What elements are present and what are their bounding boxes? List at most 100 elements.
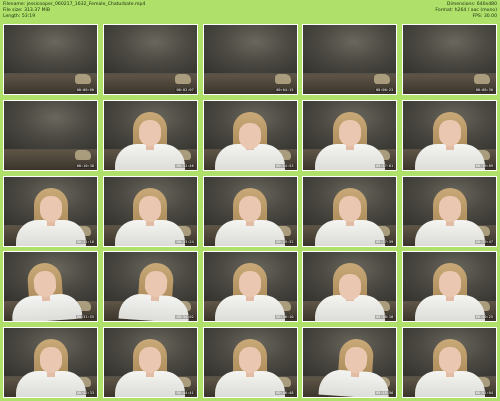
filesize-label: File size:: [3, 8, 23, 14]
video-thumbnail[interactable]: 00:14:53: [202, 99, 298, 171]
video-thumbnail[interactable]: 00:31:55: [3, 251, 98, 323]
thumbnail-person: [414, 335, 485, 397]
person-face: [338, 274, 361, 301]
video-thumbnail[interactable]: 00:08:30: [402, 24, 497, 95]
length-row: Length: 53:19: [3, 14, 145, 20]
thumbnail-background: [103, 25, 197, 74]
thumbnail-timestamp: 00:31:55: [75, 315, 95, 320]
video-thumbnail[interactable]: 00:04:15: [202, 24, 298, 95]
thumbnail-person: [414, 108, 485, 170]
thumbnail-pillow: [174, 74, 191, 84]
thumbnail-person: [15, 184, 86, 246]
fps-value: 30.00: [483, 14, 497, 20]
video-thumbnail[interactable]: 00:02:07: [102, 24, 198, 95]
thumbnail-person: [8, 257, 82, 322]
thumbnail-timestamp: 00:04:15: [275, 88, 295, 92]
file-info-header: Filename: jessicooper_060217_1632_Female…: [0, 0, 500, 22]
video-thumbnail[interactable]: 00:25:32: [202, 175, 298, 247]
thumbnail-timestamp: 00:00:00: [75, 88, 95, 92]
video-thumbnail[interactable]: 00:23:24: [102, 175, 198, 247]
video-thumbnail[interactable]: 00:17:01: [302, 99, 398, 171]
thumbnail-background: [4, 100, 97, 150]
thumbnail-person: [314, 184, 385, 246]
thumbnail-person: [215, 335, 285, 397]
fps-label: FPS:: [472, 14, 483, 20]
dimensions-value: 640x480: [476, 2, 497, 7]
video-thumbnail[interactable]: 00:10:38: [3, 99, 98, 171]
thumbnail-person: [118, 257, 193, 322]
thumbnail-timestamp: 00:38:18: [374, 315, 395, 320]
thumbnail-pillow: [75, 74, 91, 84]
video-thumbnail[interactable]: 00:36:10: [202, 251, 298, 323]
person-face: [39, 195, 62, 222]
thumbnail-timestamp: 00:44:41: [175, 391, 195, 395]
video-thumbnail[interactable]: 00:06:23: [302, 24, 398, 95]
dimensions-label: Dimensions:: [446, 2, 476, 7]
thumbnail-timestamp: 00:40:25: [474, 315, 494, 320]
thumbnail-person: [318, 333, 392, 397]
filename-value: jessicooper_060217_1632_Female_Chaturbat…: [26, 2, 146, 7]
thumbnail-timestamp: 00:25:32: [275, 239, 295, 244]
length-label: Length:: [3, 14, 21, 20]
person-face: [239, 195, 261, 222]
thumbnail-timestamp: 00:17:01: [374, 163, 395, 168]
person-face: [338, 119, 361, 146]
fps-row: FPS: 30.00: [435, 14, 497, 20]
person-face: [139, 119, 162, 146]
person-face: [438, 347, 461, 373]
person-face: [338, 195, 361, 222]
thumbnail-timestamp: 00:34:02: [175, 315, 195, 320]
thumbnail-timestamp: 00:48:56: [374, 391, 395, 395]
person-face: [438, 195, 461, 222]
thumbnail-timestamp: 00:10:38: [75, 163, 95, 168]
video-thumbnail[interactable]: 00:00:00: [3, 24, 98, 95]
video-thumbnail[interactable]: 00:21:16: [3, 175, 98, 247]
thumbnail-person: [215, 108, 285, 170]
video-thumbnail[interactable]: 00:42:33: [3, 327, 98, 398]
person-face: [139, 347, 162, 373]
thumbnail-person: [115, 335, 186, 397]
video-thumbnail[interactable]: 00:40:25: [402, 251, 497, 323]
video-thumbnail[interactable]: 00:34:02: [102, 251, 198, 323]
video-thumbnail[interactable]: 00:29:47: [402, 175, 497, 247]
thumbnail-person: [215, 259, 285, 322]
thumbnail-pillow: [75, 149, 91, 160]
thumbnail-person: [414, 184, 485, 246]
thumbnail-person: [414, 259, 485, 322]
thumbnail-timestamp: 00:19:09: [474, 163, 494, 168]
thumbnail-background: [203, 25, 297, 74]
format-label: Format:: [435, 8, 454, 14]
thumbnail-person: [215, 184, 285, 246]
video-thumbnail[interactable]: 00:46:48: [202, 327, 298, 398]
thumbnail-timestamp: 00:51:04: [474, 391, 494, 395]
thumbnail-timestamp: 00:42:33: [75, 391, 95, 395]
video-thumbnail[interactable]: 00:51:04: [402, 327, 497, 398]
thumbnail-pillow: [274, 74, 291, 84]
filename-label: Filename:: [3, 2, 26, 7]
thumbnail-person: [314, 108, 385, 170]
thumbnail-timestamp: 00:06:23: [374, 88, 395, 92]
thumbnail-background: [4, 25, 97, 74]
thumbnail-person: [15, 335, 86, 397]
thumbnail-timestamp: 00:29:47: [474, 239, 494, 244]
thumbnail-person: [314, 259, 385, 322]
video-thumbnail[interactable]: 00:19:09: [402, 99, 497, 171]
thumbnail-grid: 00:00:00 00:02:07 00:04:15 00:06:23 00:08:30…: [3, 24, 497, 398]
thumbnail-timestamp: 00:08:30: [474, 88, 494, 92]
video-thumbnail[interactable]: 00:12:46: [102, 99, 198, 171]
video-thumbnail[interactable]: 00:27:39: [302, 175, 398, 247]
video-thumbnail[interactable]: 00:38:18: [302, 251, 398, 323]
thumbnail-person: [115, 108, 186, 170]
thumbnail-timestamp: 00:12:46: [175, 163, 195, 168]
person-face: [39, 347, 62, 373]
video-thumbnail[interactable]: 00:44:41: [102, 327, 198, 398]
person-face: [438, 119, 461, 146]
person-face: [438, 271, 461, 298]
thumbnail-timestamp: 00:21:16: [75, 239, 95, 244]
filesize-value: 313.37 MiB: [24, 8, 51, 14]
person-face: [239, 271, 261, 298]
person-face: [239, 347, 261, 373]
file-info-left: Filename: jessicooper_060217_1632_Female…: [3, 2, 145, 21]
person-face: [139, 195, 162, 222]
video-thumbnail[interactable]: 00:48:56: [302, 327, 398, 398]
